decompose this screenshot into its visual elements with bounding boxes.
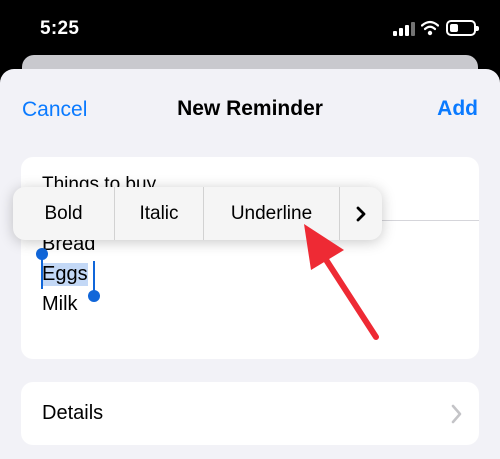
selection-end-bar [93,261,95,291]
chevron-right-icon [451,404,462,424]
add-button[interactable]: Add [437,97,478,121]
status-time: 5:25 [40,18,80,39]
page-title: New Reminder [177,97,323,120]
annotation-arrow [304,224,379,340]
wifi-icon [421,20,439,36]
selection-start-bar [41,258,43,289]
notes-line-milk[interactable]: Milk [42,293,78,316]
signal-icon [393,22,415,36]
details-label: Details [42,402,104,424]
italic-menu-item[interactable]: Italic [115,187,204,240]
notes-line-eggs-selected[interactable]: Eggs [42,263,88,286]
bold-menu-item[interactable]: Bold [13,187,115,240]
details-row[interactable]: Details [21,382,479,445]
chevron-right-icon [356,206,365,221]
selection-end-handle[interactable] [88,290,100,302]
battery-icon [446,20,479,36]
status-bar: 5:25 [0,0,500,62]
